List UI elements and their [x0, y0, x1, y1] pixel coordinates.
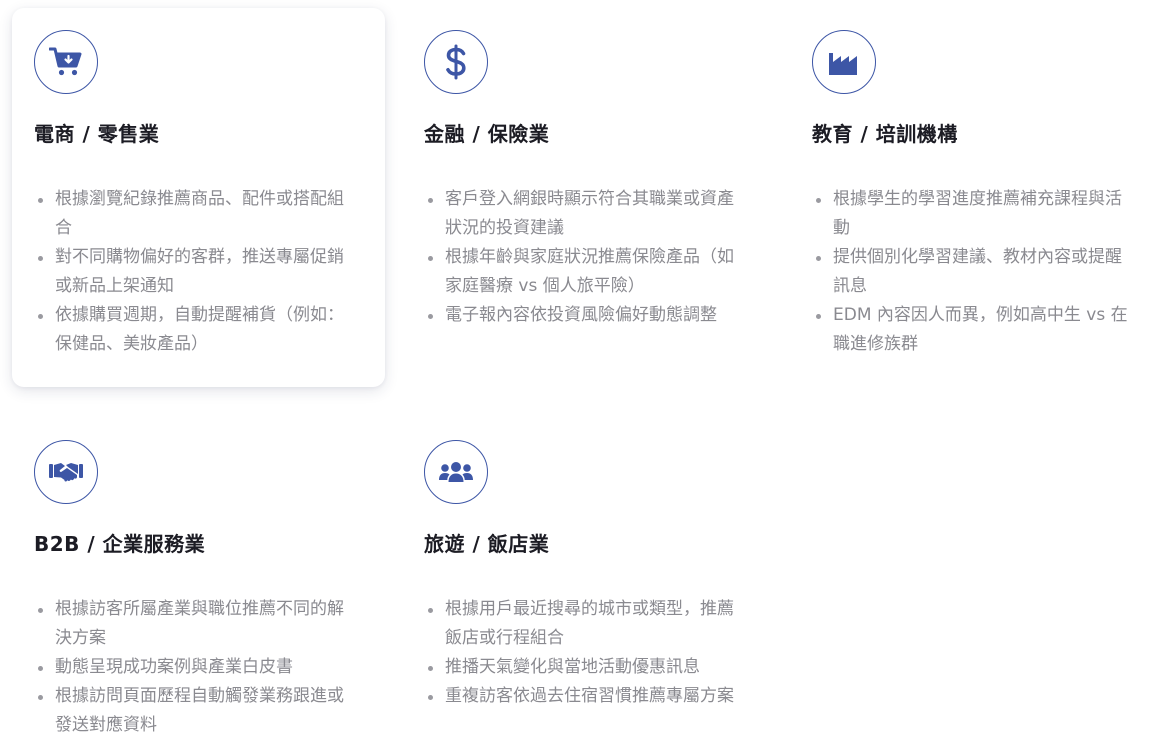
card-title: B2B / 企業服務業 — [34, 532, 206, 556]
dollar-icon — [424, 30, 488, 94]
industry-card-finance[interactable]: 金融 / 保險業 客戶登入網銀時顯示符合其職業或資產狀況的投資建議 根據年齡與家… — [402, 8, 775, 387]
industry-icon — [812, 30, 876, 94]
industry-card-ecommerce[interactable]: 電商 / 零售業 根據瀏覽紀錄推薦商品、配件或搭配組合 對不同購物偏好的客群，推… — [12, 8, 385, 387]
list-item: 動態呈現成功案例與產業白皮書 — [34, 653, 354, 682]
list-item: 推播天氣變化與當地活動優惠訊息 — [424, 653, 744, 682]
users-icon — [424, 440, 488, 504]
industry-card-education[interactable]: 教育 / 培訓機構 根據學生的學習進度推薦補充課程與活動 提供個別化學習建議、教… — [790, 8, 1156, 387]
industry-card-b2b[interactable]: B2B / 企業服務業 根據訪客所屬產業與職位推薦不同的解決方案 動態呈現成功案… — [12, 418, 385, 746]
shopping-cart-icon — [34, 30, 98, 94]
list-item: 根據學生的學習進度推薦補充課程與活動 — [812, 185, 1137, 243]
handshake-icon — [34, 440, 98, 504]
list-item: 根據用戶最近搜尋的城市或類型，推薦飯店或行程組合 — [424, 595, 744, 653]
list-item: 電子報內容依投資風險偏好動態調整 — [424, 301, 744, 330]
list-item: 提供個別化學習建議、教材內容或提醒訊息 — [812, 243, 1137, 301]
list-item: 根據訪問頁面歷程自動觸發業務跟進或發送對應資料 — [34, 682, 354, 740]
card-title: 金融 / 保險業 — [424, 122, 550, 146]
list-item: 對不同購物偏好的客群，推送專屬促銷或新品上架通知 — [34, 243, 354, 301]
bullet-list: 根據學生的學習進度推薦補充課程與活動 提供個別化學習建議、教材內容或提醒訊息 E… — [812, 185, 1137, 359]
list-item: 依據購買週期，自動提醒補貨（例如：保健品、美妝產品） — [34, 301, 354, 359]
list-item: 客戶登入網銀時顯示符合其職業或資產狀況的投資建議 — [424, 185, 744, 243]
bullet-list: 根據訪客所屬產業與職位推薦不同的解決方案 動態呈現成功案例與產業白皮書 根據訪問… — [34, 595, 354, 740]
bullet-list: 根據瀏覽紀錄推薦商品、配件或搭配組合 對不同購物偏好的客群，推送專屬促銷或新品上… — [34, 185, 354, 359]
list-item: 根據訪客所屬產業與職位推薦不同的解決方案 — [34, 595, 354, 653]
bullet-list: 客戶登入網銀時顯示符合其職業或資產狀況的投資建議 根據年齡與家庭狀況推薦保險產品… — [424, 185, 744, 330]
list-item: 根據瀏覽紀錄推薦商品、配件或搭配組合 — [34, 185, 354, 243]
card-title: 旅遊 / 飯店業 — [424, 532, 550, 556]
list-item: 重複訪客依過去住宿習慣推薦專屬方案 — [424, 682, 744, 711]
industry-card-travel[interactable]: 旅遊 / 飯店業 根據用戶最近搜尋的城市或類型，推薦飯店或行程組合 推播天氣變化… — [402, 418, 775, 746]
bullet-list: 根據用戶最近搜尋的城市或類型，推薦飯店或行程組合 推播天氣變化與當地活動優惠訊息… — [424, 595, 744, 711]
card-title: 教育 / 培訓機構 — [812, 122, 958, 146]
list-item: EDM 內容因人而異，例如高中生 vs 在職進修族群 — [812, 301, 1137, 359]
card-title: 電商 / 零售業 — [34, 122, 160, 146]
list-item: 根據年齡與家庭狀況推薦保險產品（如家庭醫療 vs 個人旅平險） — [424, 243, 744, 301]
